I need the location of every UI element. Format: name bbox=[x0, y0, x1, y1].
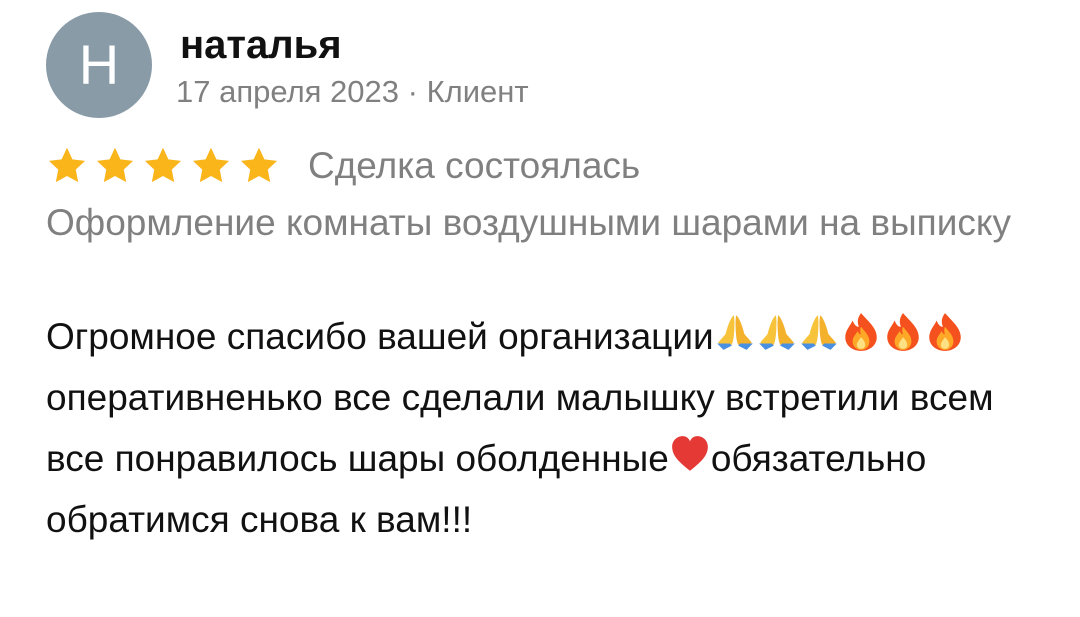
review-meta: 17 апреля 2023 · Клиент bbox=[176, 74, 529, 109]
folded-hands-emoji-icon bbox=[714, 311, 756, 353]
fire-emoji-icon bbox=[924, 311, 966, 353]
star-icon bbox=[46, 145, 88, 187]
star-icon bbox=[190, 145, 232, 187]
review-card: Н наталья 17 апреля 2023 · Клиент Сделка… bbox=[0, 0, 1080, 617]
review-text: Огромное спасибо вашей организации операт… bbox=[46, 306, 1031, 550]
folded-hands-emoji-icon bbox=[756, 311, 798, 353]
star-icon bbox=[142, 145, 184, 187]
deal-status: Сделка состоялась bbox=[308, 145, 641, 186]
rating-row: Сделка состоялась bbox=[46, 142, 640, 190]
folded-hands-emoji-icon bbox=[798, 311, 840, 353]
star-rating bbox=[46, 145, 280, 187]
star-icon bbox=[94, 145, 136, 187]
avatar[interactable]: Н bbox=[46, 12, 152, 118]
author-name[interactable]: наталья bbox=[180, 22, 342, 68]
fire-emoji-icon bbox=[882, 311, 924, 353]
fire-emoji-icon bbox=[840, 311, 882, 353]
star-icon bbox=[238, 145, 280, 187]
review-text-part: Огромное спасибо вашей организации bbox=[46, 316, 714, 357]
avatar-letter: Н bbox=[78, 33, 120, 96]
service-title: Оформление комнаты воздушными шарами на … bbox=[46, 202, 1011, 243]
red-heart-emoji-icon bbox=[669, 433, 711, 475]
